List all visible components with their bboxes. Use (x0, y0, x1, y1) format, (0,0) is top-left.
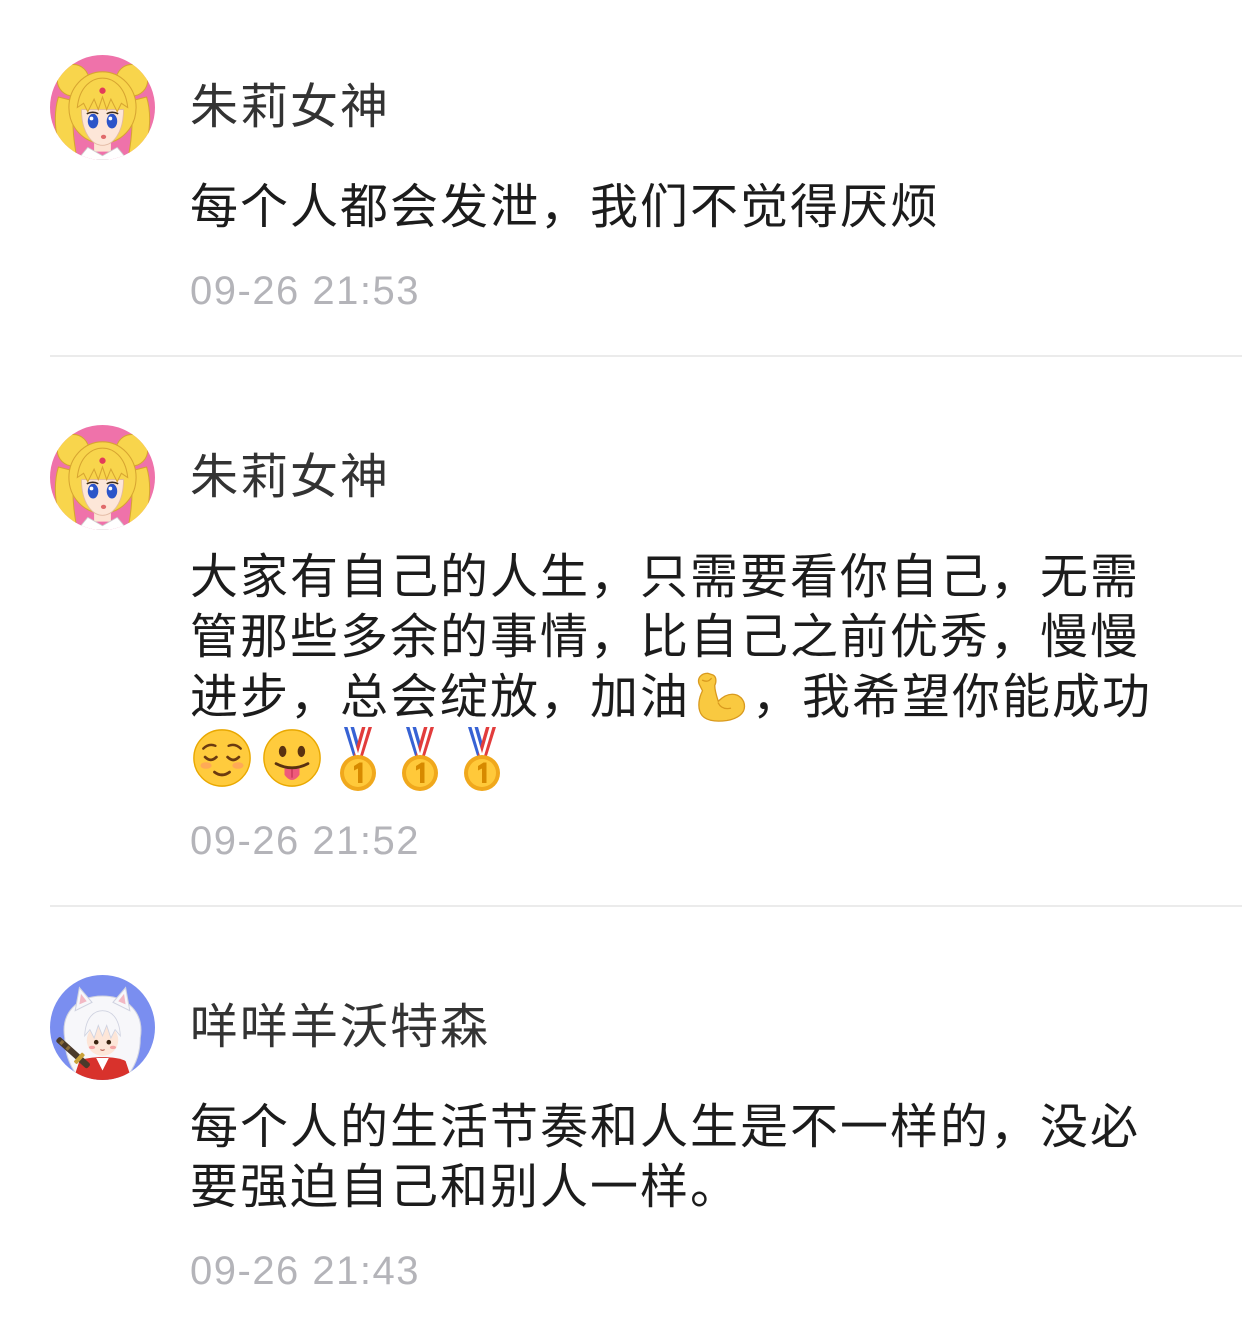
author-name[interactable]: 咩咩羊沃特森 (190, 975, 1202, 1081)
comment-text-line: 每个人的生活节奏和人生是不一样的，没必 (190, 1098, 1202, 1158)
avatar[interactable] (50, 425, 155, 530)
comment-item: 咩咩羊沃特森 每个人的生活节奏和人生是不一样的，没必 要强迫自己和别人一样。 0… (0, 907, 1242, 1296)
comment-text: ，我希望你能成功 (752, 671, 1153, 724)
avatar[interactable] (50, 975, 155, 1080)
comment-body[interactable]: 每个人的生活节奏和人生是不一样的，没必 要强迫自己和别人一样。 (190, 1098, 1202, 1218)
comment-timestamp: 09-26 21:43 (190, 1249, 421, 1293)
comment-item: 朱莉女神 大家有自己的人生，只需要看你自己，无需 管那些多余的事情，比自己之前优… (0, 357, 1242, 866)
first-place-medal-icon (402, 727, 438, 791)
comment-text: 要强迫自己和别人一样。 (190, 1161, 741, 1214)
comment-text-line: 要强迫自己和别人一样。 (190, 1158, 1202, 1218)
comment-text: 每个人都会发泄，我们不觉得厌烦 (190, 181, 941, 234)
face-with-tongue-icon (263, 729, 321, 787)
comment-text: 大家有自己的人生，只需要看你自己，无需 (190, 551, 1141, 604)
author-name[interactable]: 朱莉女神 (190, 425, 1202, 531)
comment-text-line: 进步，总会绽放，加油 ，我希望你能成功 (190, 668, 1202, 728)
comment-timestamp: 09-26 21:52 (190, 819, 421, 863)
avatar[interactable] (50, 55, 155, 160)
comment-text-line: 每个人都会发泄，我们不觉得厌烦 (190, 178, 1202, 238)
comment-text: 进步，总会绽放，加油 (190, 671, 691, 724)
first-place-medal-icon (464, 727, 500, 791)
comment-timestamp: 09-26 21:53 (190, 269, 421, 313)
relieved-face-icon (193, 729, 251, 787)
comment-text-line: 大家有自己的人生，只需要看你自己，无需 (190, 548, 1202, 608)
comment-text: 管那些多余的事情，比自己之前优秀，慢慢 (190, 611, 1141, 664)
comment-body[interactable]: 每个人都会发泄，我们不觉得厌烦 (190, 178, 1202, 238)
sailor-moon-avatar-icon (50, 425, 155, 530)
flexed-biceps-icon (697, 672, 746, 723)
comment-body[interactable]: 大家有自己的人生，只需要看你自己，无需 管那些多余的事情，比自己之前优秀，慢慢 … (190, 548, 1202, 791)
comment-item: 朱莉女神 每个人都会发泄，我们不觉得厌烦 09-26 21:53 (0, 0, 1242, 316)
comment-text: 每个人的生活节奏和人生是不一样的，没必 (190, 1101, 1141, 1154)
inuyasha-avatar-icon (50, 975, 155, 1080)
author-name[interactable]: 朱莉女神 (190, 55, 1202, 161)
comment-list: 朱莉女神 每个人都会发泄，我们不觉得厌烦 09-26 21:53 朱莉女神 大家… (0, 0, 1242, 1330)
sailor-moon-avatar-icon (50, 55, 155, 160)
comment-text-line: 管那些多余的事情，比自己之前优秀，慢慢 (190, 608, 1202, 668)
emoji-row (192, 727, 1202, 791)
first-place-medal-icon (340, 727, 376, 791)
